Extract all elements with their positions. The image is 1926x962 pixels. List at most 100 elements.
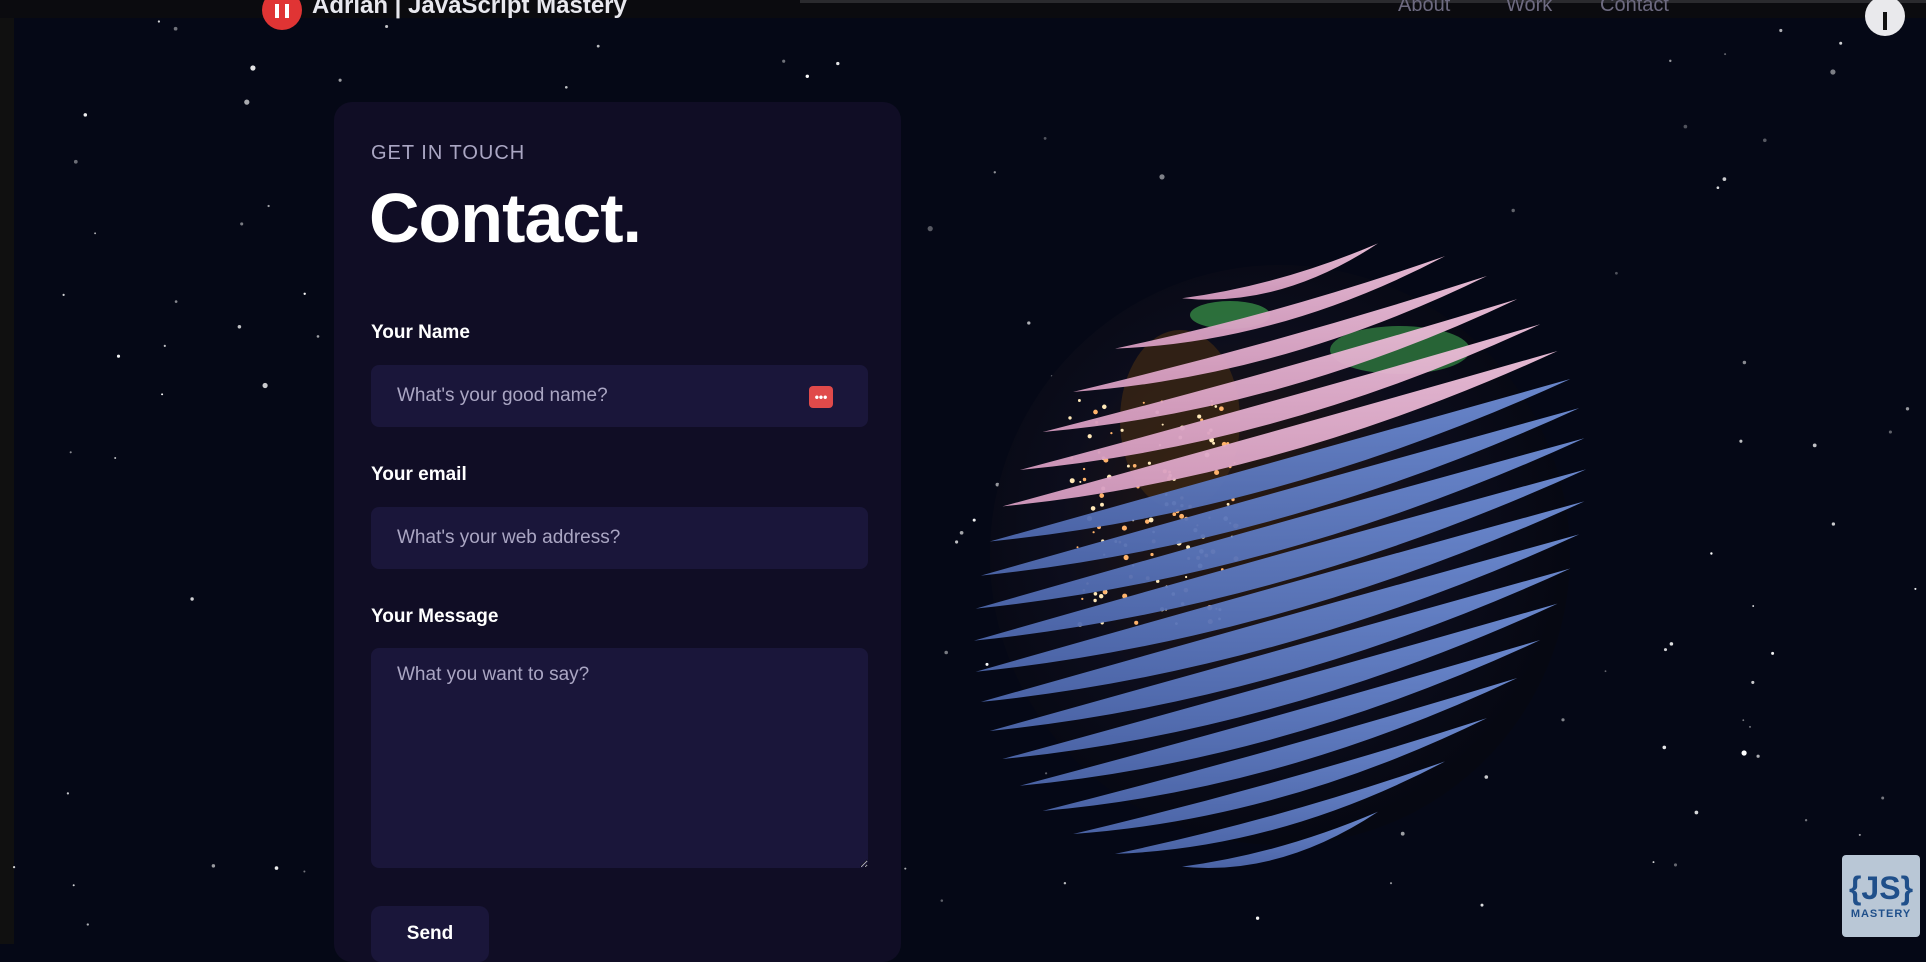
city-light xyxy=(1110,431,1113,435)
city-light xyxy=(1093,592,1098,596)
star xyxy=(1771,651,1775,655)
globe-model[interactable] xyxy=(950,220,1610,880)
star xyxy=(1830,69,1836,75)
star xyxy=(250,65,256,71)
star xyxy=(303,292,306,295)
star xyxy=(1812,443,1817,448)
star xyxy=(1905,407,1910,411)
city-light xyxy=(1123,554,1129,561)
city-light xyxy=(1099,594,1104,599)
city-light xyxy=(1148,517,1154,523)
city-light xyxy=(1102,404,1107,410)
star xyxy=(1511,208,1515,213)
star xyxy=(1756,754,1760,758)
city-light xyxy=(1126,464,1130,468)
star xyxy=(114,457,117,459)
city-light xyxy=(1081,597,1084,601)
star xyxy=(1683,124,1688,129)
star xyxy=(1839,41,1843,45)
city-light xyxy=(1161,423,1164,426)
star xyxy=(262,382,268,389)
city-light xyxy=(1082,467,1086,471)
city-light xyxy=(1099,493,1105,498)
brand-name[interactable]: Adrian | JavaScript Mastery xyxy=(312,0,627,20)
star xyxy=(1662,745,1667,750)
send-button[interactable]: Send xyxy=(371,906,489,962)
star xyxy=(161,393,164,396)
city-light xyxy=(1082,477,1087,482)
city-light xyxy=(1100,502,1104,507)
star xyxy=(163,344,166,347)
star xyxy=(940,899,944,902)
star xyxy=(173,26,178,31)
star xyxy=(237,325,242,329)
city-light xyxy=(1172,512,1177,517)
star xyxy=(904,867,907,870)
star xyxy=(157,20,161,23)
star xyxy=(1159,174,1165,180)
nav-link-contact[interactable]: Contact xyxy=(1600,0,1669,17)
section-title: Contact. xyxy=(369,179,642,257)
star xyxy=(1669,642,1674,646)
star xyxy=(72,884,75,887)
city-light xyxy=(1079,480,1082,483)
city-light xyxy=(1219,406,1224,412)
star xyxy=(66,792,70,795)
star xyxy=(1652,861,1655,864)
section-subtitle: GET IN TOUCH xyxy=(371,142,526,164)
star xyxy=(1724,53,1727,56)
nav-link-about[interactable]: About xyxy=(1398,0,1450,17)
name-input[interactable] xyxy=(371,365,868,427)
star xyxy=(338,78,342,82)
city-light xyxy=(1076,546,1079,549)
star xyxy=(86,923,89,926)
star xyxy=(1763,138,1767,143)
city-light xyxy=(1214,405,1218,408)
star xyxy=(1615,271,1618,275)
star xyxy=(993,171,996,174)
email-label: Your email xyxy=(371,464,467,485)
star xyxy=(782,59,786,63)
star xyxy=(240,222,244,226)
email-input[interactable] xyxy=(371,507,868,569)
city-light xyxy=(1102,590,1107,595)
watermark-logo: {JS} xyxy=(1848,870,1914,906)
city-light xyxy=(1147,461,1151,465)
js-mastery-watermark: {JS} MASTERY xyxy=(1842,855,1920,937)
star xyxy=(1858,833,1861,836)
star xyxy=(1673,863,1678,867)
star xyxy=(1722,177,1727,181)
star xyxy=(1741,750,1747,756)
city-light xyxy=(1093,598,1097,603)
nav-link-work[interactable]: Work xyxy=(1506,0,1552,17)
star xyxy=(944,650,948,655)
city-light xyxy=(1214,469,1220,476)
city-light xyxy=(1087,434,1092,439)
star xyxy=(73,159,78,164)
star xyxy=(267,204,270,208)
star xyxy=(1480,903,1484,907)
city-light xyxy=(1069,478,1075,484)
star xyxy=(1663,648,1668,652)
watermark-text: MASTERY xyxy=(1850,908,1912,920)
star xyxy=(805,74,810,79)
star xyxy=(836,61,840,66)
star xyxy=(1881,796,1885,800)
star xyxy=(927,226,933,232)
star xyxy=(1751,680,1755,684)
star xyxy=(316,335,320,338)
star xyxy=(1888,430,1892,434)
star xyxy=(174,300,178,303)
star xyxy=(564,85,568,89)
message-textarea[interactable] xyxy=(371,648,868,868)
star xyxy=(116,354,121,358)
autofill-icon[interactable]: ••• xyxy=(809,386,833,408)
star xyxy=(1739,439,1743,443)
star xyxy=(1063,881,1067,885)
star xyxy=(385,24,389,29)
star xyxy=(596,44,600,48)
city-light xyxy=(1212,441,1216,445)
star xyxy=(83,113,88,117)
star xyxy=(1716,186,1720,190)
city-light xyxy=(1090,506,1096,511)
